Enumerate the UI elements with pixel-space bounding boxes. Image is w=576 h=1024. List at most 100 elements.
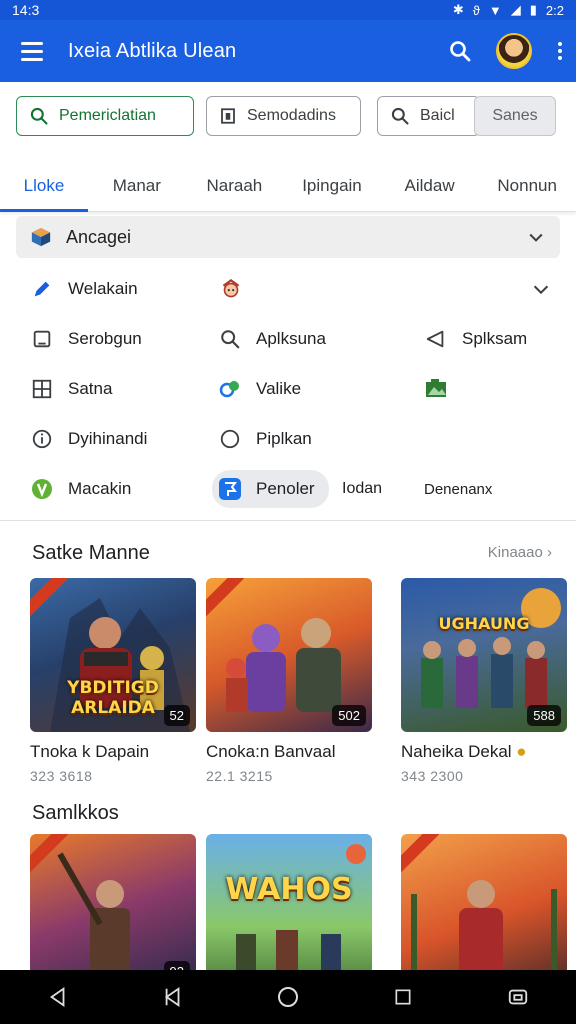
chevron-right-icon: › [547, 544, 552, 561]
chevron-down-icon[interactable] [530, 278, 552, 300]
game-title: Naheika Dekal ● [401, 742, 527, 761]
section-divider [0, 520, 576, 521]
vibrate-icon: ϑ [472, 2, 480, 18]
grid-row-4: Dyihinandi Piplkan [0, 414, 576, 464]
app-bar: Ixeia Abtlika Ulean [0, 20, 576, 82]
gamepad-icon [218, 377, 242, 401]
tablet-icon [30, 327, 54, 351]
screenshot-button[interactable] [498, 977, 538, 1017]
tab-bar: Lloke Manar Naraah Ipingain Aildaw Nonnu… [0, 160, 576, 212]
grid-item-dyihinandi[interactable]: Dyihinandi [30, 427, 147, 451]
section-title-satke-manne: Satke Manne [32, 542, 150, 564]
circle-icon [218, 427, 242, 451]
system-nav-bar [0, 970, 576, 1024]
menu-button[interactable] [0, 20, 64, 82]
grid-item-iodan[interactable]: Iodan [342, 480, 382, 498]
wifi-icon: ▼ [488, 2, 502, 18]
document-icon [221, 108, 235, 124]
flag-icon [218, 477, 242, 501]
game-card-3[interactable]: UGHAUNG 588 Naheika Dekal ● 343 2300 [401, 578, 567, 784]
search-button[interactable] [434, 25, 486, 77]
tab-ipingain[interactable]: Ipingain [283, 160, 381, 211]
search-icon [391, 107, 409, 125]
bluetooth-icon: ✱ [452, 2, 464, 17]
game-meta: 323 3618 [30, 768, 93, 784]
search-icon [450, 41, 471, 62]
grid-item-aplksuna[interactable]: Aplksuna [218, 327, 326, 351]
status-bar: 14:3 ✱ ϑ ▼ ◢ ▮ 2:2 [0, 0, 576, 20]
back-button[interactable] [38, 977, 78, 1017]
game-thumbnail: 502 [206, 578, 372, 732]
game-card-5[interactable]: WAHOS [206, 834, 372, 970]
mascot-icon [218, 276, 244, 302]
game-card-1[interactable]: YBDITIGD ARLAIDA 52 Tnoka k Dapain 323 3… [30, 578, 196, 784]
game-artwork-6 [411, 880, 557, 970]
grid-item-serobgun[interactable]: Serobgun [30, 327, 142, 351]
tab-aildaw[interactable]: Aildaw [381, 160, 479, 211]
recents-back-button[interactable] [153, 977, 193, 1017]
avatar[interactable] [496, 33, 532, 69]
grid-item-splksam[interactable]: Splksam [424, 327, 527, 351]
category-dropdown[interactable]: Ancagei [16, 216, 560, 258]
grid-item-denenanx[interactable]: Denenanx [424, 481, 492, 498]
tab-lloke[interactable]: Lloke [0, 160, 88, 212]
leaf-icon [30, 477, 54, 501]
game-thumbnail: 92 [30, 834, 196, 970]
grid-row-5: Macakin Penoler Iodan Denenanx [0, 464, 576, 514]
tab-nonnun[interactable]: Nonnun [478, 160, 576, 211]
game-artwork-4 [57, 852, 130, 970]
grid-row-2: Serobgun Aplksuna Splksam [0, 314, 576, 364]
grid-item-penoler[interactable]: Penoler [212, 470, 329, 508]
info-icon [30, 427, 54, 451]
game-meta: 343 2300 [401, 768, 464, 784]
tab-manar[interactable]: Manar [88, 160, 186, 211]
signal-icon: ◢ [510, 2, 521, 17]
chip-pemericlatian[interactable]: Pemericlatian [16, 96, 194, 136]
game-meta: 22.1 3215 [206, 768, 273, 784]
section-title-samlkkos: Samlkkos [32, 802, 119, 824]
status-time: 14:3 [12, 2, 40, 18]
pencil-icon [30, 277, 54, 301]
chip-baicl[interactable]: Baicl [377, 96, 480, 136]
tab-naraah[interactable]: Naraah [186, 160, 284, 211]
grid-item-satna[interactable]: Satna [30, 377, 112, 401]
square-icon [395, 989, 411, 1005]
game-logo-3: UGHAUNG [438, 614, 530, 633]
chip-semodadins[interactable]: Semodadins [206, 96, 361, 136]
chip-sanes[interactable]: Sanes [474, 96, 556, 136]
home-button[interactable] [268, 977, 308, 1017]
grid-item-macakin[interactable]: Macakin [30, 477, 131, 501]
game-badge: 502 [332, 705, 366, 726]
filter-chips: Pemericlatian Semodadins Baicl Sanes [16, 96, 556, 136]
category-label: Ancagei [66, 226, 132, 247]
game-thumbnail: UGHAUNG 588 [401, 578, 567, 732]
grid-item-piplkan[interactable]: Piplkan [218, 427, 312, 451]
screenshot-icon [509, 989, 528, 1005]
grid-icon [30, 377, 54, 401]
grid-row-1: Welakain [0, 264, 576, 314]
game-card-6[interactable] [401, 834, 567, 970]
grid-item-valike[interactable]: Valike [218, 377, 301, 401]
game-thumbnail: WAHOS [206, 834, 372, 970]
grid-row-3: Satna Valike [0, 364, 576, 414]
search-icon [30, 107, 48, 125]
game-title: Tnoka k Dapain [30, 742, 150, 761]
game-card-2[interactable]: 502 Cnoka:n Banvaal 22.1 3215 [206, 578, 372, 784]
grid-item-welakain[interactable]: Welakain [30, 277, 138, 301]
game-thumbnail: YBDITIGD ARLAIDA 52 [30, 578, 196, 732]
game-card-4[interactable]: 92 [30, 834, 196, 970]
megaphone-icon [424, 327, 448, 351]
grid-item-photo[interactable] [424, 377, 448, 401]
game-badge: 52 [163, 705, 190, 726]
more-options-button[interactable] [544, 42, 576, 60]
home-icon [277, 987, 298, 1007]
overview-button[interactable] [383, 977, 423, 1017]
see-more-link[interactable]: Kinaaao › [488, 544, 552, 561]
coin-icon: ● [516, 742, 527, 761]
chevron-down-icon [529, 233, 543, 242]
content-sheet: Pemericlatian Semodadins Baicl Sanes Llo… [0, 82, 576, 970]
game-thumbnail [401, 834, 567, 970]
app-title: Ixeia Abtlika Ulean [68, 39, 237, 62]
game-logo-5: WAHOS [225, 872, 353, 907]
battery-icon: ▮ [529, 2, 537, 17]
